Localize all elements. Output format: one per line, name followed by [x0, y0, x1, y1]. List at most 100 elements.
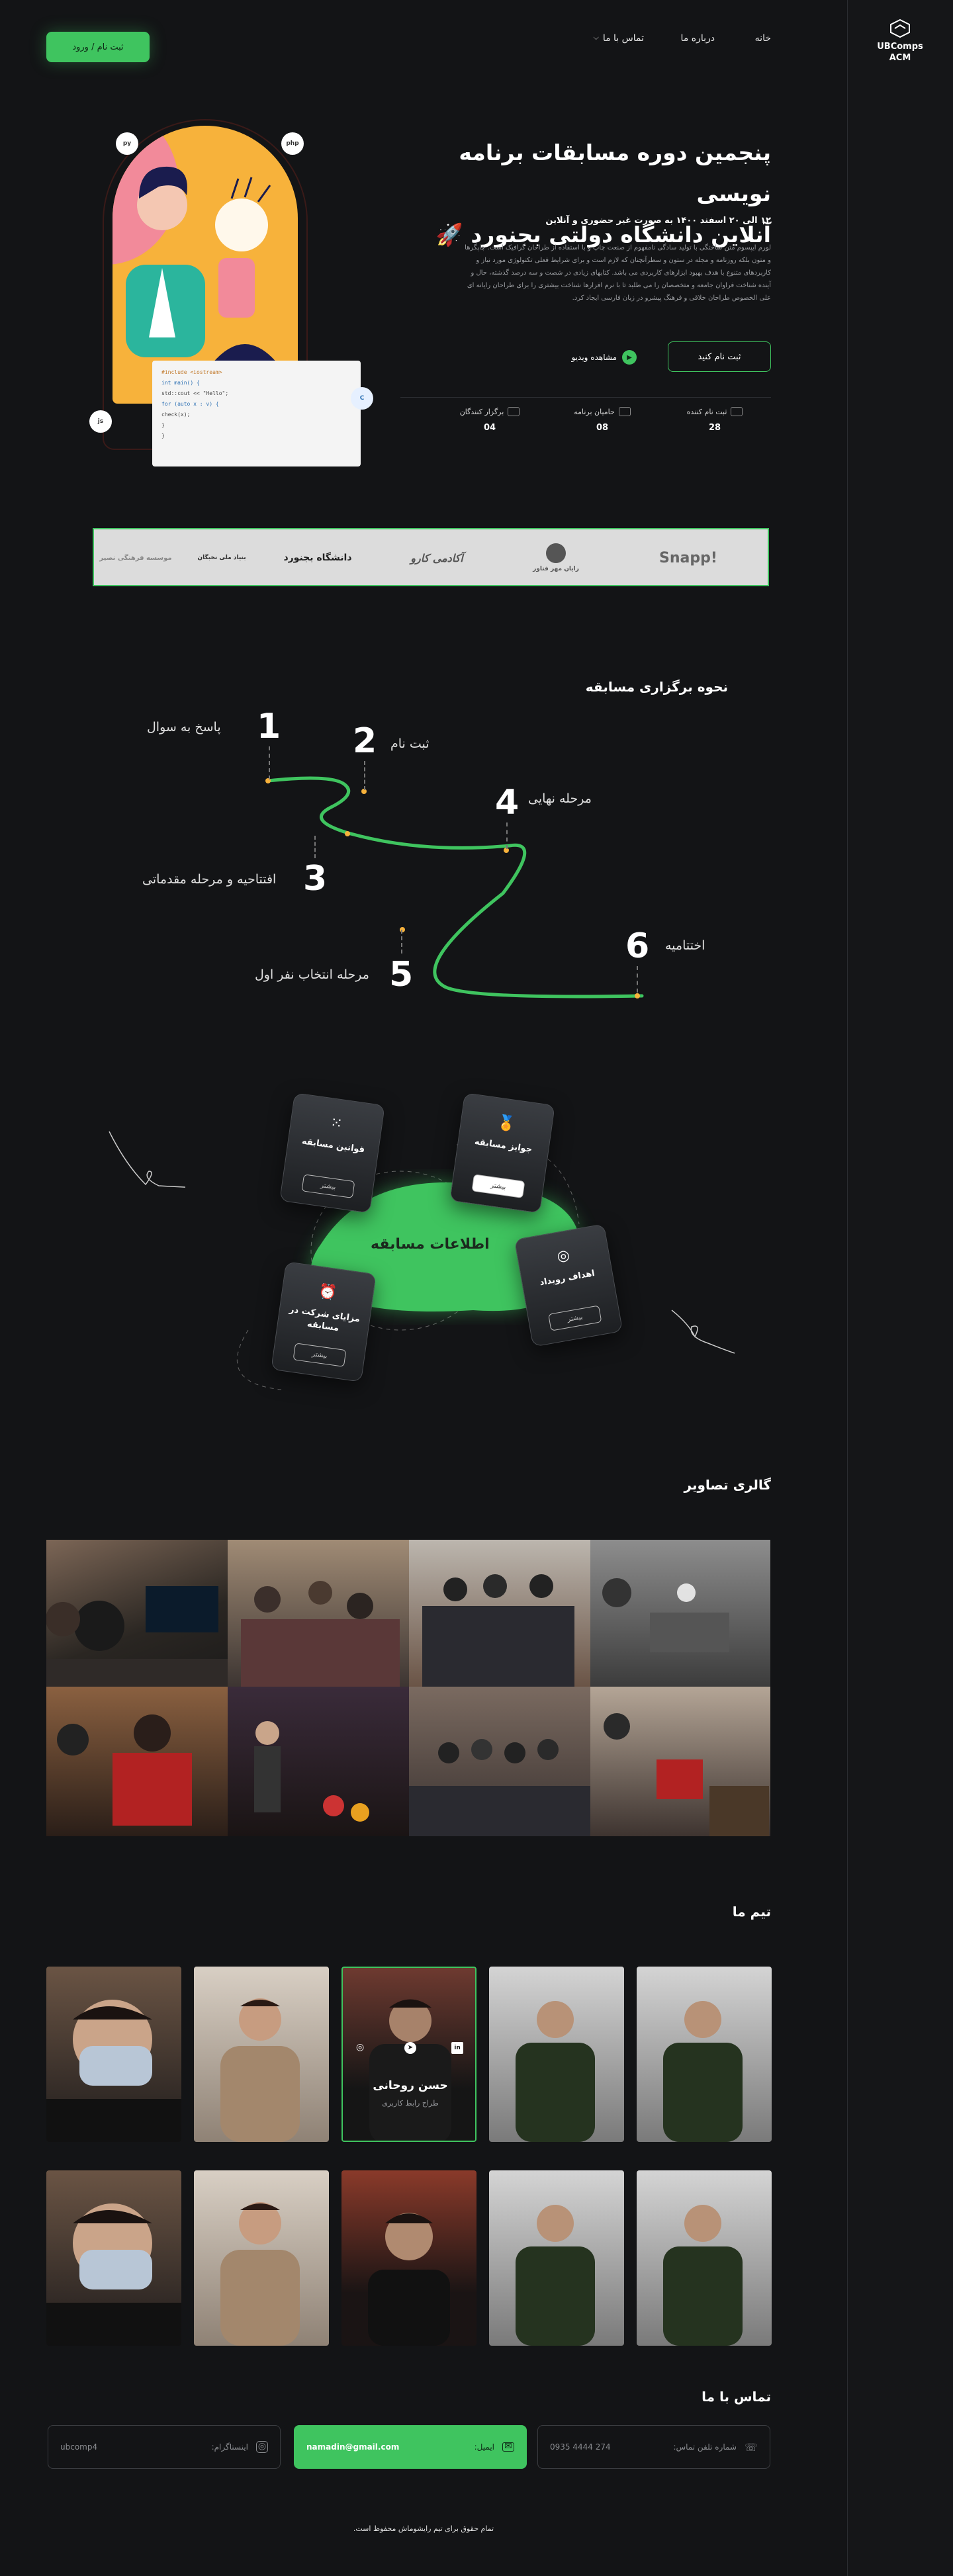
- hero-title-line1: پنجمین دوره مسابقات برنامه نویسی: [459, 140, 771, 206]
- more-button[interactable]: بیشتر: [548, 1305, 602, 1331]
- step-label: مرحله انتخاب نفر اول: [255, 967, 369, 982]
- card-title: اهداف رویداد: [539, 1268, 596, 1288]
- gallery-photo[interactable]: [228, 1540, 409, 1687]
- gallery-photo[interactable]: [590, 1687, 770, 1836]
- code-snippet-card: #include <iostream> int main() { std::co…: [152, 361, 361, 466]
- nav-contact[interactable]: تماس با ما ⌵: [593, 33, 644, 44]
- watch-video-button[interactable]: ▶ مشاهده ویدیو: [572, 349, 637, 365]
- step-connector: [269, 746, 270, 779]
- box-icon: [731, 407, 743, 416]
- sponsor-mark-icon: [546, 543, 566, 563]
- sponsor-name: رایان مهر فناور: [533, 566, 579, 572]
- stat-value: 28: [708, 423, 721, 433]
- instagram-icon: ◎: [256, 2441, 268, 2453]
- hero-date: ۱۲ الی ۲۰ اسفند ۱۴۰۰ به صورت غیر حضوری و…: [545, 216, 771, 226]
- stat-label: برگزار کنندگان: [459, 407, 504, 416]
- step-label: ثبت نام: [390, 736, 430, 751]
- watch-video-label: مشاهده ویدیو: [571, 353, 617, 362]
- team-title: تیم ما: [732, 1904, 771, 1920]
- sponsor-logo[interactable]: رایان مهر فناور: [516, 541, 596, 574]
- sponsor-logo[interactable]: Snapp!: [649, 541, 728, 574]
- stat-label: ثبت نام کننده: [686, 407, 727, 416]
- team-member-card[interactable]: [46, 1967, 181, 2142]
- hero-description: لورم ایپسوم متن ساختگی با تولید سادگی نا…: [465, 244, 771, 302]
- team-member-card[interactable]: [194, 1967, 329, 2142]
- stats-divider: [400, 397, 771, 398]
- step-number: 4: [495, 783, 520, 822]
- team-member-card[interactable]: [194, 2170, 329, 2346]
- contact-label: ایمیل:: [474, 2442, 494, 2452]
- stat-value: 08: [596, 423, 609, 433]
- contact-phone[interactable]: ☏ شماره تلفن تماس: 0935 4444 274: [537, 2425, 770, 2469]
- nav-home[interactable]: خانه: [755, 33, 771, 44]
- step-connector: [637, 966, 638, 993]
- footer-copyright: تمام حقوق برای تیم رایشوماش محفوظ است.: [353, 2524, 494, 2533]
- gallery-photo[interactable]: [228, 1687, 409, 1836]
- code-line: for (auto x : v) {: [161, 401, 219, 407]
- sponsor-logo[interactable]: دانشگاه بجنورد: [271, 541, 364, 574]
- step-label: اختتامیه: [665, 938, 705, 953]
- step-connector: [401, 930, 402, 954]
- gallery-photo[interactable]: [46, 1687, 228, 1836]
- member-role: طراح رابط کاربری: [382, 2099, 439, 2108]
- code-line: int main() {: [161, 380, 200, 386]
- team-member-card[interactable]: [489, 1967, 624, 2142]
- step-number: 6: [625, 926, 650, 966]
- team-member-card[interactable]: [46, 2170, 181, 2346]
- contact-value: 0935 4444 274: [550, 2442, 611, 2452]
- code-line: }: [161, 422, 165, 428]
- instagram-icon[interactable]: ◎: [356, 2042, 364, 2053]
- gallery-photo[interactable]: [590, 1540, 770, 1687]
- nav-about[interactable]: درباره ما: [681, 33, 715, 44]
- team-member-card[interactable]: [637, 1967, 772, 2142]
- gallery-photo[interactable]: [409, 1540, 590, 1687]
- box-icon: [618, 407, 631, 416]
- js-badge-icon: js: [89, 410, 112, 433]
- nav-contact-label: تماس با ما: [602, 33, 644, 44]
- step-label: پاسخ به سوال: [147, 720, 221, 734]
- more-button[interactable]: بیشتر: [471, 1174, 525, 1198]
- more-button[interactable]: بیشتر: [293, 1343, 347, 1367]
- gallery-photo[interactable]: [46, 1540, 228, 1687]
- code-line: #include <iostream>: [161, 369, 222, 375]
- hero-title: پنجمین دوره مسابقات برنامه نویسی آنلاین …: [400, 132, 771, 255]
- brand-logo[interactable]: UBComps ACM: [874, 19, 927, 64]
- step-connector: [314, 836, 316, 858]
- stat-organizers: برگزار کنندگان 04: [433, 407, 546, 433]
- sponsor-logo[interactable]: آکادمی کارو: [390, 541, 483, 574]
- step-number: 3: [303, 859, 328, 899]
- card-goals[interactable]: ◎ اهداف رویداد بیشتر: [514, 1223, 623, 1347]
- contact-email[interactable]: ✉ ایمیل: namadin@gmail.com: [294, 2425, 527, 2469]
- stat-value: 04: [483, 423, 496, 433]
- card-prizes[interactable]: 🏅 جوایز مسابقه بیشتر: [449, 1092, 555, 1214]
- team-member-card[interactable]: [489, 2170, 624, 2346]
- register-now-button[interactable]: ثبت نام کنید: [668, 341, 771, 372]
- team-member-card-featured[interactable]: ◎ ➤ in حسن روحانی طراح رابط کاربری: [341, 1967, 476, 2142]
- medal-icon: 🏅: [496, 1114, 517, 1133]
- more-button[interactable]: بیشتر: [301, 1174, 355, 1198]
- stat-label: حامیان برنامه: [574, 407, 615, 416]
- team-member-card[interactable]: [637, 2170, 772, 2346]
- telegram-icon[interactable]: ➤: [404, 2042, 416, 2054]
- register-login-button[interactable]: ثبت نام / ورود: [46, 32, 150, 62]
- contact-title: تماس با ما: [702, 2389, 771, 2405]
- php-badge-icon: php: [281, 132, 304, 155]
- card-benefits[interactable]: ⏰ مزایای شرکت در مسابقه بیشتر: [271, 1261, 377, 1382]
- sponsor-logo[interactable]: بنیاد ملی نخبگان: [192, 541, 251, 574]
- code-line: std::cout << "Hello";: [161, 390, 229, 396]
- gallery-title: گالری تصاویر: [684, 1477, 772, 1493]
- gallery-photo[interactable]: [409, 1687, 590, 1836]
- card-title: قوانین مسابقه: [301, 1136, 366, 1155]
- brand-name: UBComps: [877, 42, 923, 52]
- card-title: جوایز مسابقه: [474, 1137, 533, 1155]
- team-member-card[interactable]: [341, 2170, 476, 2346]
- contact-label: شماره تلفن تماس:: [673, 2442, 737, 2452]
- card-rules[interactable]: ⁙ قوانین مسابقه بیشتر: [279, 1092, 385, 1214]
- contact-instagram[interactable]: ◎ اینستاگرام: ubcomp4: [48, 2425, 281, 2469]
- alarm-icon: ⏰: [317, 1282, 338, 1302]
- sponsor-logo[interactable]: موسسه فرهنگی نصیر: [96, 541, 175, 574]
- member-name: حسن روحانی: [373, 2079, 448, 2092]
- play-icon: ▶: [622, 350, 637, 365]
- contact-value: namadin@gmail.com: [306, 2442, 400, 2452]
- linkedin-icon[interactable]: in: [451, 2042, 463, 2054]
